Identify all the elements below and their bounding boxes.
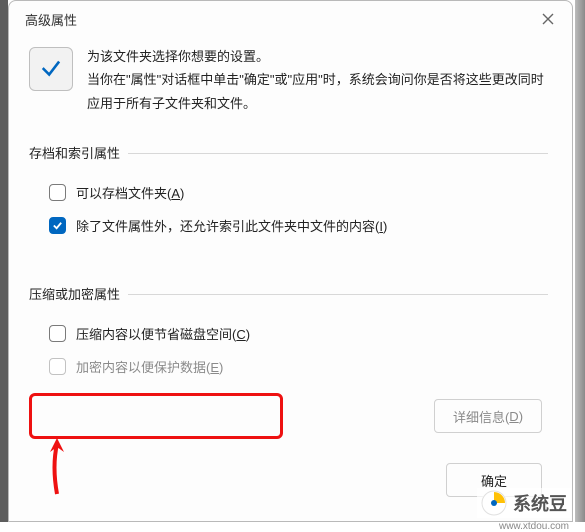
background-right-edge (575, 0, 585, 522)
compress-checkbox-row[interactable]: 压缩内容以便节省磁盘空间(C) (29, 317, 554, 350)
advanced-attributes-dialog: 高级属性 为该文件夹选择你想要的设置。 当你在"属性"对话框中单击"确定"或"应… (8, 0, 573, 522)
close-button[interactable] (538, 9, 558, 29)
archive-checkbox[interactable] (49, 184, 66, 201)
compress-checkbox[interactable] (49, 325, 66, 342)
group-label-row-2: 压缩或加密属性 (29, 284, 554, 303)
watermark: 系统豆 (477, 488, 571, 518)
archive-label: 可以存档文件夹(A) (76, 183, 184, 202)
header-row: 为该文件夹选择你想要的设置。 当你在"属性"对话框中单击"确定"或"应用"时，系… (29, 45, 554, 115)
settings-tile-icon (29, 47, 73, 91)
group-legend-2: 压缩或加密属性 (29, 284, 120, 303)
dialog-content: 为该文件夹选择你想要的设置。 当你在"属性"对话框中单击"确定"或"应用"时，系… (9, 35, 572, 383)
index-checkbox[interactable] (49, 217, 66, 234)
index-checkbox-row[interactable]: 除了文件属性外，还允许索引此文件夹中文件的内容(I) (29, 209, 554, 242)
intro-line-1: 为该文件夹选择你想要的设置。 (87, 45, 554, 68)
watermark-url: www.xtdou.com (499, 521, 569, 532)
group-divider (128, 153, 548, 154)
group-divider-2 (128, 294, 548, 295)
index-label: 除了文件属性外，还允许索引此文件夹中文件的内容(I) (76, 216, 387, 235)
compress-encrypt-group: 压缩或加密属性 压缩内容以便节省磁盘空间(C) 加密内容以便保护数据(E) (29, 284, 554, 383)
checkmark-icon (40, 58, 62, 80)
watermark-text: 系统豆 (513, 490, 567, 516)
header-text: 为该文件夹选择你想要的设置。 当你在"属性"对话框中单击"确定"或"应用"时，系… (87, 45, 554, 115)
encrypt-checkbox-row: 加密内容以便保护数据(E) (29, 350, 554, 383)
encrypt-checkbox (49, 358, 66, 375)
intro-line-2: 当你在"属性"对话框中单击"确定"或"应用"时，系统会询问你是否将这些更改同时应… (87, 68, 554, 115)
dialog-title: 高级属性 (25, 10, 77, 29)
close-icon (542, 13, 554, 25)
archive-index-group: 存档和索引属性 可以存档文件夹(A) 除了文件属性外，还允许索引此文件夹中文件的… (29, 143, 554, 242)
watermark-logo-icon (481, 490, 507, 516)
encrypt-label: 加密内容以便保护数据(E) (76, 357, 223, 376)
background-left-edge (0, 0, 8, 522)
compress-label: 压缩内容以便节省磁盘空间(C) (76, 324, 250, 343)
details-button: 详细信息(D) (434, 399, 542, 433)
check-icon (52, 220, 63, 231)
archive-checkbox-row[interactable]: 可以存档文件夹(A) (29, 176, 554, 209)
group-legend: 存档和索引属性 (29, 143, 120, 162)
titlebar: 高级属性 (9, 1, 572, 35)
group-label-row: 存档和索引属性 (29, 143, 554, 162)
